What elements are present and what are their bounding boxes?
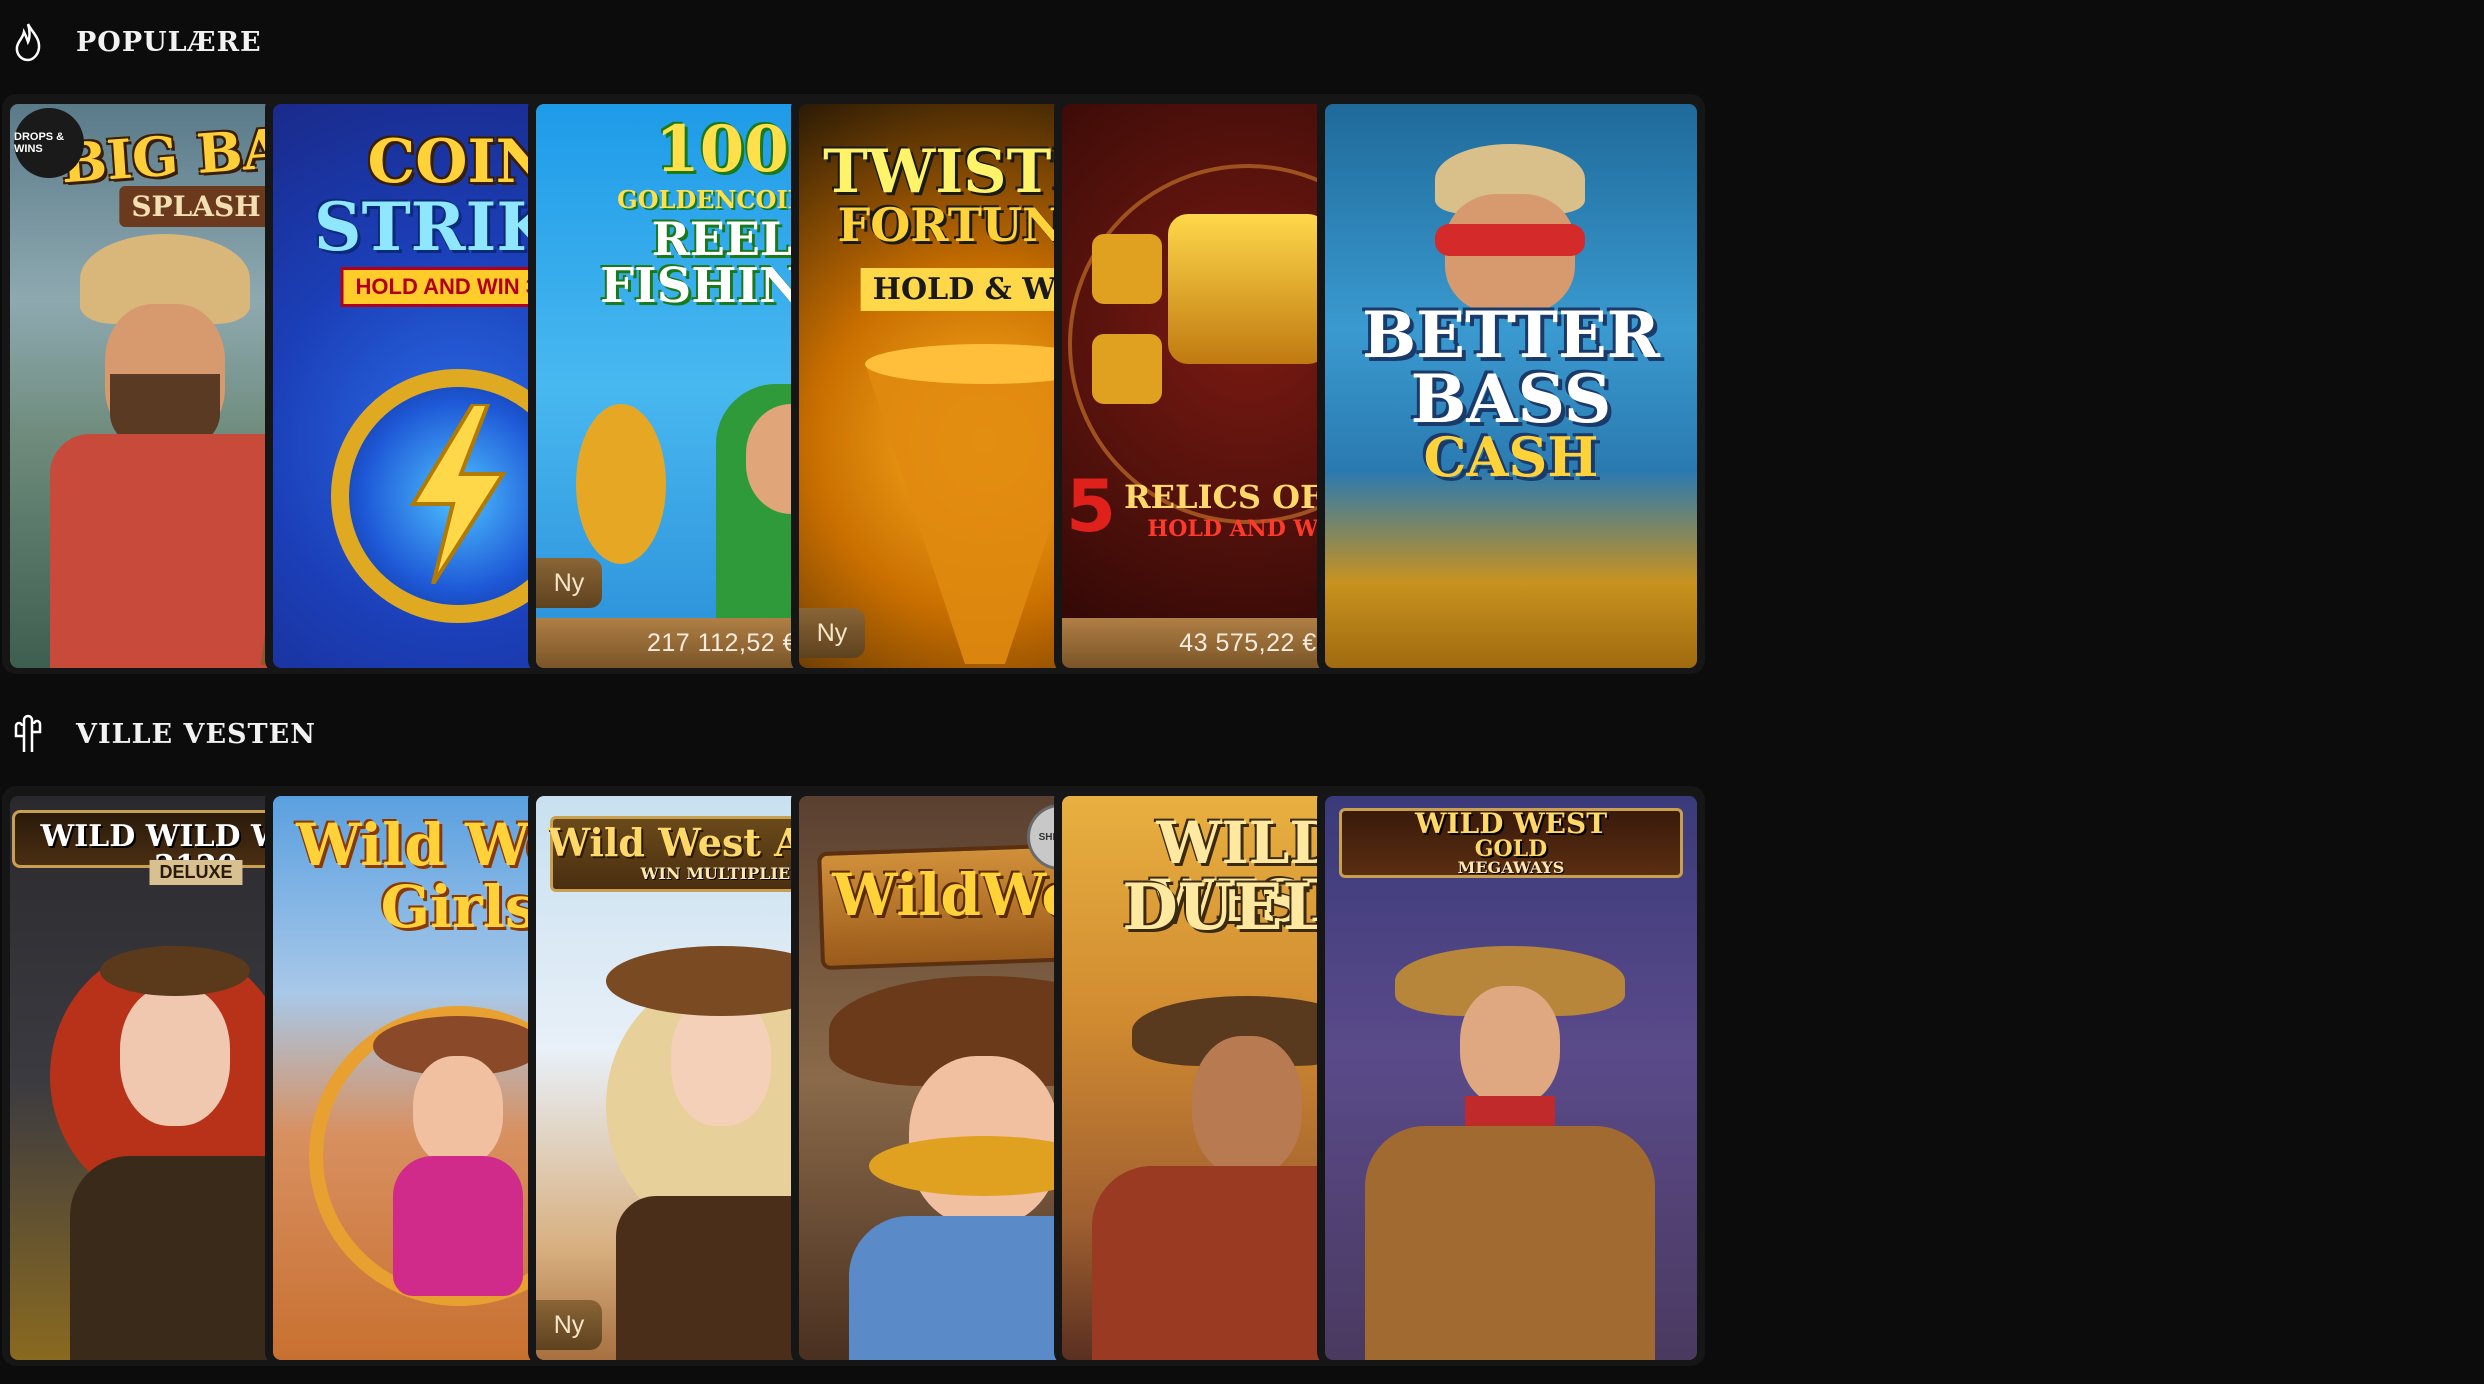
new-badge: Ny <box>536 558 602 608</box>
drops-wins-badge: DROPS & WINS <box>14 108 84 178</box>
face-shape <box>1192 1036 1302 1176</box>
section-header-ville-vesten: VILLE VESTEN <box>0 704 316 764</box>
game-subtitle: MEGAWAYS <box>1457 858 1565 877</box>
cactus-icon <box>14 714 42 752</box>
new-label: Ny <box>553 568 585 597</box>
lightning-bolt-icon <box>409 404 507 584</box>
coat-shape <box>1365 1126 1655 1360</box>
game-subtitle: SPLASH <box>119 186 273 227</box>
flame-icon <box>15 23 41 62</box>
section-header-populaere: POPULÆRE <box>0 12 262 72</box>
game-title-line1: BETTER <box>1362 298 1660 373</box>
game-title-line3: CASH <box>1423 425 1599 489</box>
sunglasses-shape <box>1435 224 1585 256</box>
face-shape <box>120 986 230 1126</box>
new-badge: Ny <box>536 1300 602 1350</box>
game-title-line2: BASS <box>1410 360 1612 438</box>
new-badge: Ny <box>799 608 865 658</box>
new-label: Ny <box>816 618 848 647</box>
game-card-better-bass-cash[interactable]: BETTER BASS CASH <box>1317 94 1705 674</box>
game-card-wild-west-gold-megaways[interactable]: WILD WEST GOLD MEGAWAYS <box>1317 786 1705 1366</box>
golden-mask-left-bottom <box>1092 334 1162 404</box>
golden-mask-center <box>1168 214 1328 364</box>
game-title-line2: GOLD <box>1474 836 1548 862</box>
game-title-line1: WILD WEST <box>1414 807 1608 840</box>
face-shape <box>1460 986 1560 1106</box>
games-row-populaere: BIG BASS SPLASH DROPS & WINS COIN STRIKE… <box>0 94 2484 679</box>
game-subtitle: DELUXE <box>149 860 243 885</box>
games-row-ville-vesten: WILD WILD WEST 2120 DELUXE Wild West Gir… <box>0 786 2484 1371</box>
section-title: POPULÆRE <box>76 26 262 58</box>
fish-shape <box>576 404 666 564</box>
face-shape <box>413 1056 503 1166</box>
golden-mask-left-top <box>1092 234 1162 304</box>
hat-shape <box>100 946 250 996</box>
new-label: Ny <box>553 1310 585 1339</box>
game-thumbnail[interactable]: BETTER BASS CASH <box>1325 104 1697 668</box>
shirt-shape <box>393 1156 523 1296</box>
badge-label: DROPS & WINS <box>14 130 65 155</box>
game-thumbnail[interactable]: WILD WEST GOLD MEGAWAYS <box>1325 796 1697 1360</box>
section-title: VILLE VESTEN <box>76 718 316 750</box>
